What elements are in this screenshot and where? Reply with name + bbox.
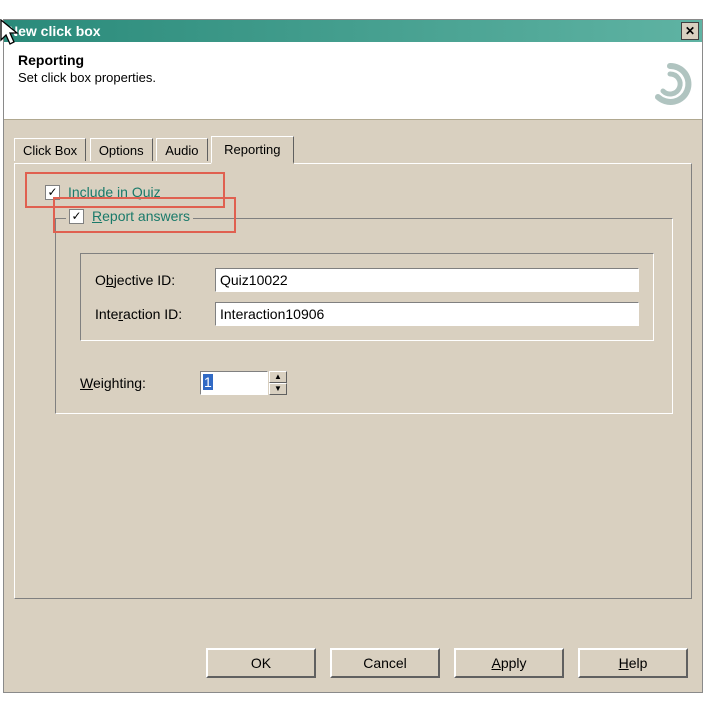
- dialog-button-row: OK Cancel Apply Help: [206, 648, 688, 678]
- tab-audio[interactable]: Audio: [156, 138, 207, 161]
- tabs-row: Click Box Options Audio Reporting: [14, 136, 702, 163]
- apply-button[interactable]: Apply: [454, 648, 564, 678]
- ok-button[interactable]: OK: [206, 648, 316, 678]
- tab-panel-reporting: ✓ Include in Quiz ✓ Report answers Objec…: [14, 163, 692, 599]
- tab-click-box[interactable]: Click Box: [14, 138, 86, 161]
- close-button[interactable]: ✕: [681, 22, 699, 40]
- report-answers-checkbox[interactable]: ✓: [69, 209, 84, 224]
- header-subtitle: Set click box properties.: [18, 70, 688, 85]
- objective-id-input[interactable]: [215, 268, 639, 292]
- include-in-quiz-label[interactable]: Include in Quiz: [68, 184, 161, 200]
- weighting-input[interactable]: 1: [200, 371, 268, 395]
- include-in-quiz-checkbox[interactable]: ✓: [45, 185, 60, 200]
- tab-options[interactable]: Options: [90, 138, 153, 161]
- weighting-spin-down[interactable]: ▼: [269, 383, 287, 395]
- weighting-spin-up[interactable]: ▲: [269, 371, 287, 383]
- weighting-label: Weighting:: [80, 375, 200, 391]
- titlebar-text: New click box: [8, 23, 101, 39]
- header-title: Reporting: [18, 52, 688, 68]
- close-icon: ✕: [685, 25, 695, 37]
- dialog-window: New click box ✕ Reporting Set click box …: [3, 19, 703, 693]
- quiz-group: ✓ Report answers Objective ID: Interacti…: [55, 218, 673, 414]
- objective-id-label: Objective ID:: [95, 272, 215, 288]
- tab-reporting[interactable]: Reporting: [211, 136, 293, 164]
- cancel-button[interactable]: Cancel: [330, 648, 440, 678]
- ids-group: Objective ID: Interaction ID:: [80, 253, 654, 341]
- header-band: Reporting Set click box properties.: [4, 42, 702, 120]
- interaction-id-label: Interaction ID:: [95, 306, 215, 322]
- titlebar: New click box ✕: [4, 20, 702, 42]
- swirl-icon: [648, 62, 692, 106]
- interaction-id-input[interactable]: [215, 302, 639, 326]
- report-answers-label[interactable]: Report answers: [92, 208, 190, 224]
- help-button[interactable]: Help: [578, 648, 688, 678]
